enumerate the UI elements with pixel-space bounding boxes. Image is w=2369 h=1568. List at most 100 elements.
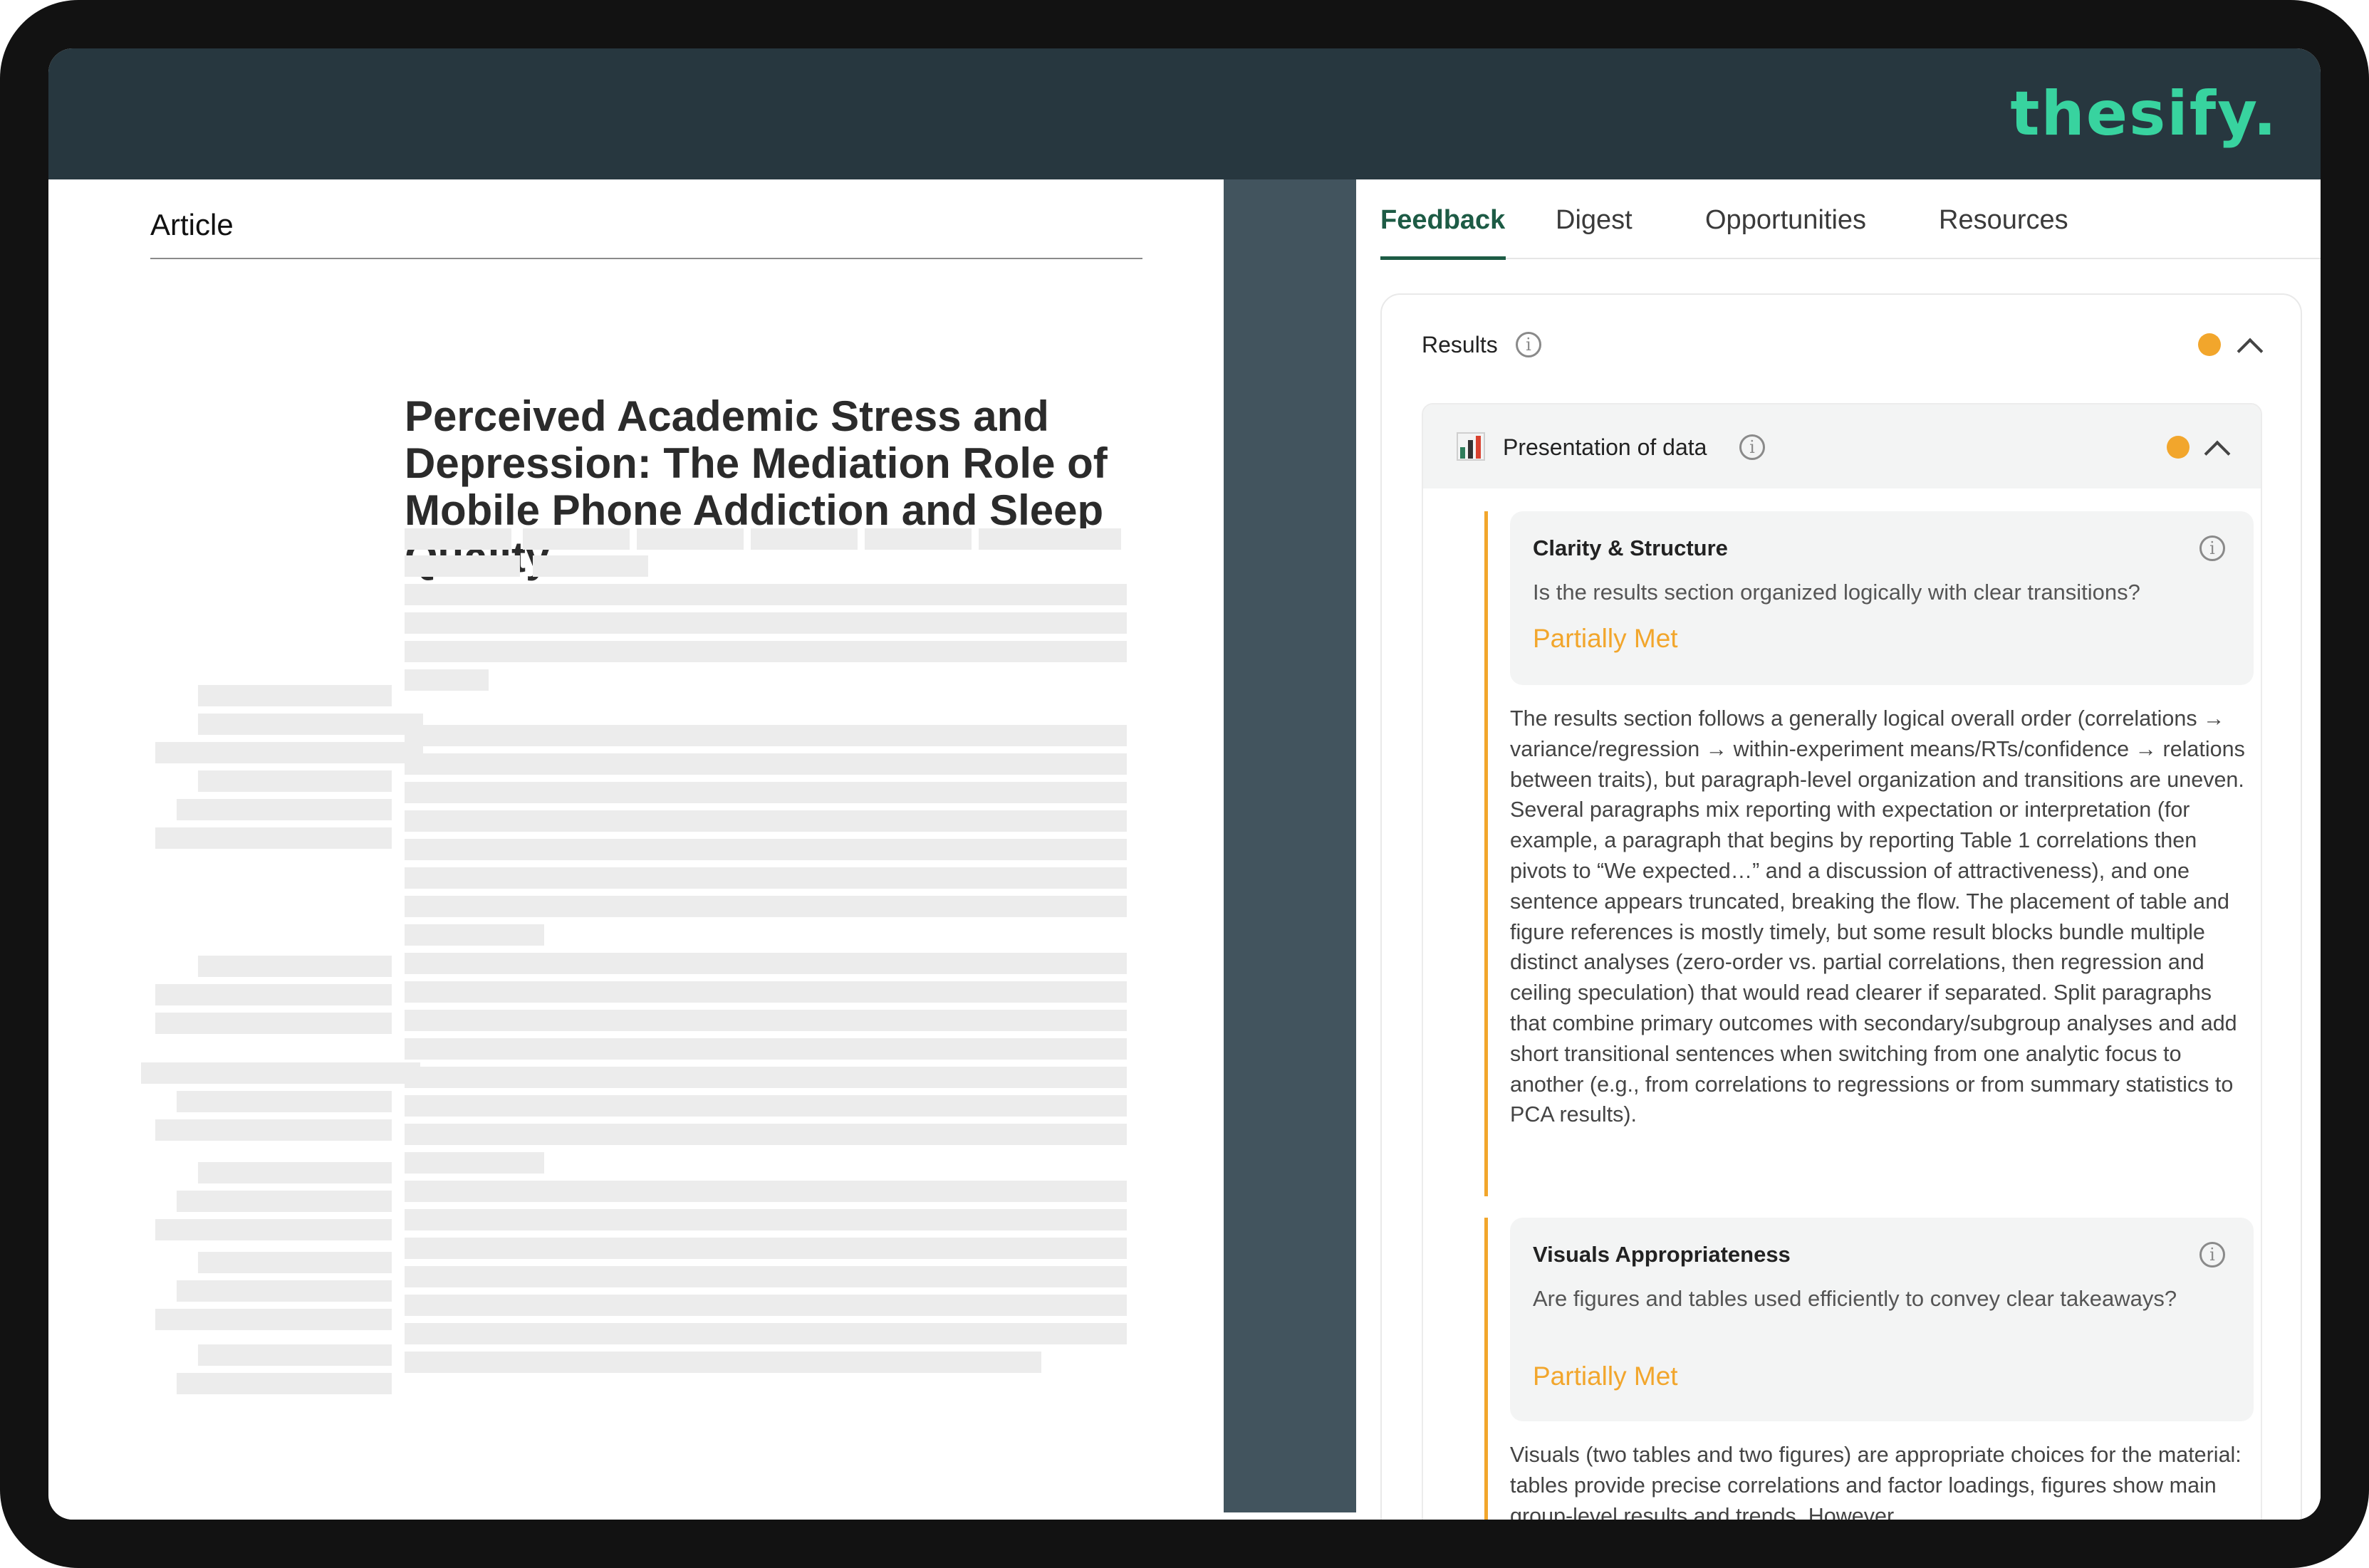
placeholder-line: [155, 1119, 392, 1141]
criterion-question: Are figures and tables used efficiently …: [1533, 1286, 2177, 1311]
placeholder-line: [155, 1309, 392, 1330]
viewer-gutter: [1224, 179, 1356, 1512]
criterion-question: Is the results section organized logical…: [1533, 580, 2140, 605]
info-icon[interactable]: i: [1516, 332, 1541, 357]
placeholder-line: [405, 782, 1127, 803]
placeholder-line: [405, 584, 1127, 605]
criterion-clarity-structure: Clarity & Structure i Is the results sec…: [1484, 511, 2254, 1196]
bar-chart-icon: [1457, 432, 1485, 461]
placeholder-line: [405, 1323, 1127, 1344]
info-icon[interactable]: i: [1739, 434, 1765, 460]
placeholder-line: [405, 612, 1127, 634]
placeholder-line: [198, 1344, 392, 1366]
paper-title: Perceived Academic Stress and Depression…: [405, 392, 1108, 581]
placeholder-line: [405, 924, 544, 946]
document-viewer[interactable]: Article Perceived Academic Stress and De…: [56, 179, 1224, 1520]
placeholder-line: [155, 984, 392, 1005]
placeholder-line: [177, 799, 392, 820]
placeholder-line: [405, 1352, 1041, 1373]
placeholder-line: [405, 1238, 1127, 1259]
placeholder-line: [177, 1191, 392, 1212]
placeholder-line: [405, 981, 1127, 1003]
placeholder-line: [405, 725, 1127, 746]
tab-feedback[interactable]: Feedback: [1380, 205, 1505, 236]
placeholder-line: [405, 528, 511, 550]
placeholder-line: [155, 1219, 392, 1240]
placeholder-line: [405, 1067, 1127, 1088]
placeholder-line: [405, 1124, 1127, 1145]
thesify-logo[interactable]: thesify.: [2010, 78, 2278, 150]
placeholder-line: [155, 742, 423, 763]
feedback-panel: Feedback Digest Opportunities Resources …: [1356, 179, 2321, 1520]
criterion-feedback-text: Visuals (two tables and two figures) are…: [1510, 1443, 2242, 1520]
placeholder-line: [405, 1038, 1127, 1060]
panel-tabs: Feedback Digest Opportunities Resources: [1356, 179, 2321, 265]
results-heading: Results: [1422, 332, 1498, 357]
active-tab-indicator: [1380, 256, 1506, 260]
criterion-card: Visuals Appropriateness i Are figures an…: [1510, 1218, 2254, 1421]
placeholder-line: [405, 1181, 1127, 1202]
top-bar: thesify.: [48, 48, 2321, 179]
placeholder-line: [177, 1373, 392, 1394]
placeholder-line: [979, 528, 1121, 550]
tab-digest[interactable]: Digest: [1556, 205, 1633, 236]
placeholder-line: [523, 528, 630, 550]
status-dot: [2198, 333, 2221, 356]
placeholder-line: [177, 1280, 392, 1302]
chevron-up-icon[interactable]: [2237, 338, 2264, 365]
placeholder-line: [177, 1091, 392, 1112]
placeholder-line: [637, 528, 744, 550]
presentation-of-data-section: Presentation of data i Clarity & Structu…: [1422, 403, 2262, 1520]
placeholder-line: [405, 669, 489, 691]
placeholder-line: [405, 1152, 544, 1174]
placeholder-line: [141, 1062, 420, 1084]
status-dot: [2167, 436, 2190, 459]
document-divider: [150, 258, 1142, 259]
placeholder-line: [533, 555, 648, 577]
subsection-header[interactable]: Presentation of data i: [1423, 404, 2261, 488]
placeholder-line: [198, 685, 392, 706]
placeholder-line: [155, 827, 392, 849]
placeholder-line: [405, 953, 1127, 974]
results-card: Results i Presentation of data i Clarity…: [1380, 293, 2302, 1520]
placeholder-line: [198, 770, 392, 792]
placeholder-line: [405, 839, 1127, 860]
tab-opportunities[interactable]: Opportunities: [1705, 205, 1866, 236]
criterion-indicator-bar: [1484, 511, 1488, 1196]
placeholder-line: [751, 528, 858, 550]
criterion-feedback-text: The results section follows a generally …: [1510, 706, 2245, 1127]
placeholder-line: [405, 810, 1127, 832]
placeholder-line: [405, 641, 1127, 662]
info-icon[interactable]: i: [2199, 535, 2225, 561]
criterion-status: Partially Met: [1533, 624, 1678, 653]
placeholder-line: [405, 555, 520, 577]
criterion-indicator-bar: [1484, 1218, 1488, 1520]
placeholder-line: [198, 1252, 392, 1273]
criterion-title: Visuals Appropriateness: [1533, 1242, 1791, 1267]
criterion-status: Partially Met: [1533, 1361, 1678, 1391]
placeholder-line: [405, 1295, 1127, 1316]
app-screen: thesify. Article Perceived Academic Stre…: [48, 48, 2321, 1520]
criterion-visuals-appropriateness: Visuals Appropriateness i Are figures an…: [1484, 1218, 2254, 1520]
placeholder-line: [405, 1266, 1127, 1287]
criterion-card: Clarity & Structure i Is the results sec…: [1510, 511, 2254, 685]
criterion-title: Clarity & Structure: [1533, 535, 1728, 560]
placeholder-line: [405, 1010, 1127, 1031]
placeholder-line: [198, 714, 423, 735]
tab-divider: [1380, 258, 2321, 259]
info-icon[interactable]: i: [2199, 1242, 2225, 1268]
placeholder-line: [405, 867, 1127, 889]
placeholder-line: [198, 1162, 392, 1183]
document-section-label: Article: [150, 208, 234, 241]
placeholder-line: [155, 1013, 392, 1034]
placeholder-line: [865, 528, 972, 550]
placeholder-line: [405, 753, 1127, 775]
placeholder-line: [405, 1095, 1127, 1117]
placeholder-line: [198, 956, 392, 977]
subsection-label: Presentation of data: [1503, 434, 1707, 460]
placeholder-line: [405, 1209, 1127, 1230]
placeholder-line: [405, 896, 1127, 917]
chevron-up-icon[interactable]: [2204, 440, 2231, 467]
device-frame: thesify. Article Perceived Academic Stre…: [0, 0, 2369, 1568]
tab-resources[interactable]: Resources: [1939, 205, 2068, 236]
